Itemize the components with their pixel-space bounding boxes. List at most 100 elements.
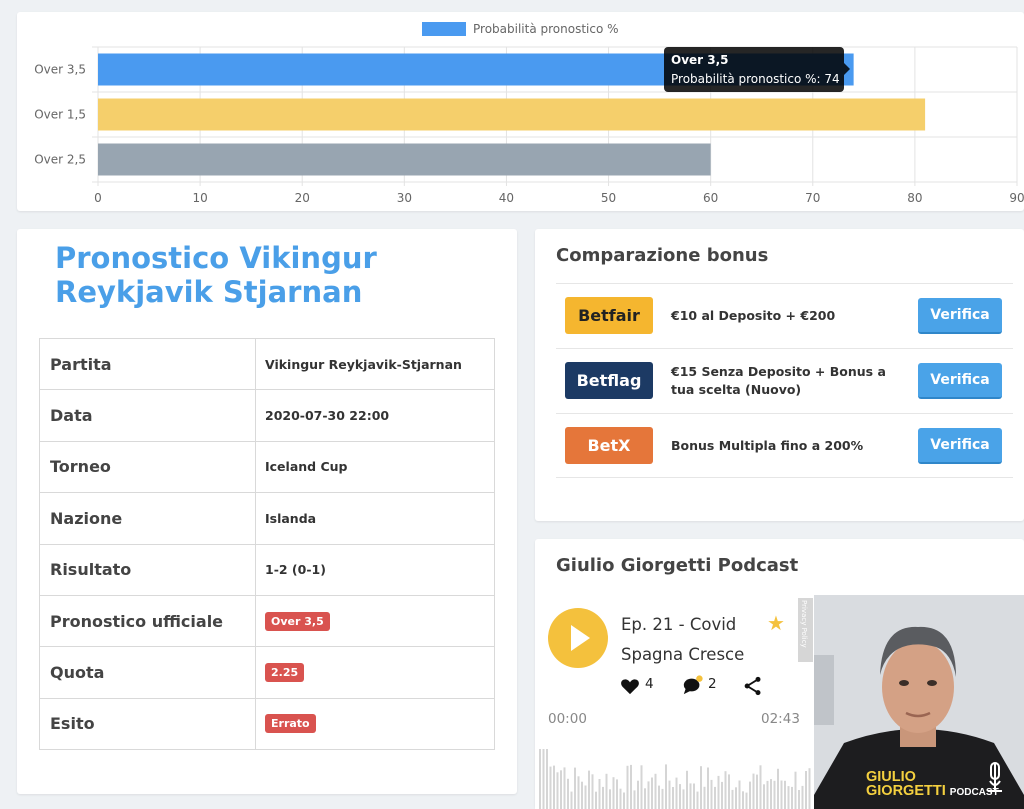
row-value-date: 2020-07-30 22:00 [255,389,495,442]
prediction-table: Partita Vikingur Reykjavik-Stjarnan Data… [39,337,495,751]
wave-bar [654,773,657,809]
wave-bar [735,787,737,809]
wave-bar [784,780,786,809]
wave-bar [682,789,685,809]
wave-bar [794,771,797,809]
x-tick-label: 80 [907,191,922,205]
wave-bar [644,788,646,809]
bonus-offer: €10 al Deposito + €200 [671,307,836,323]
podcast-host-photo: GIULIO GIORGETTI PODCAST [814,595,1024,809]
wave-bar [553,765,555,809]
bonus-row-betx: BetX Bonus Multipla fino a 200% Verifica [556,413,1013,478]
odds-badge: 2.25 [265,663,305,683]
wave-bar [773,780,776,809]
wave-bar [749,781,751,809]
podcast-brand-text: GIULIO GIORGETTI PODCAST [866,769,999,799]
wave-bar [700,766,702,809]
wave-bar [633,790,636,809]
verify-betfair-button[interactable]: Verifica [918,298,1002,334]
wave-bar [602,786,604,809]
heart-icon[interactable] [620,677,640,695]
wave-bar [801,785,804,809]
star-icon[interactable]: ★ [767,611,785,635]
x-tick-label: 30 [397,191,412,205]
row-value-tournament: Iceland Cup [255,440,495,494]
bonus-row-betflag: Betflag €15 Senza Deposito + Bonus a tua… [556,348,1013,413]
wave-bar [728,774,730,809]
x-tick-label: 60 [703,191,718,205]
bonus-offer: €15 Senza Deposito + Bonus a tua scelta … [671,363,886,397]
x-tick-label: 10 [192,191,207,205]
table-row: Pronostico ufficiale Over 3,5 [39,594,495,648]
wave-bar [780,780,783,809]
wave-bar [689,783,692,809]
wave-bar [724,771,727,809]
comment-icon[interactable] [682,674,704,696]
wave-bar [647,781,650,809]
wave-bar [693,783,695,809]
wave-bar [623,792,625,809]
row-label-country: Nazione [39,492,256,545]
bonus-row-betfair: Betfair €10 al Deposito + €200 Verifica [556,283,1013,348]
wave-bar [805,771,807,809]
row-label-outcome: Esito [39,697,256,751]
chart-card: Probabilità pronostico % 0 10 20 30 40 50 60 70 8… [17,12,1024,211]
bonus-section-title: Comparazione bonus [556,245,769,266]
wave-bar [595,791,597,809]
wave-bar [756,774,758,809]
play-button[interactable] [548,608,608,668]
row-value-match: Vikingur Reykjavik-Stjarnan [255,337,495,391]
wave-bar [791,786,793,809]
wave-bar [665,764,667,809]
share-icon[interactable] [743,676,763,696]
row-label-official-prediction: Pronostico ufficiale [39,594,256,648]
row-value-country: Islanda [255,492,495,545]
wave-bar [658,785,660,809]
betflag-logo[interactable]: Betflag [565,362,653,399]
wave-bar [707,767,709,809]
wave-bar [539,749,541,809]
episode-title[interactable]: Ep. 21 - Covid Spagna Cresce [621,610,771,670]
wave-bar [577,776,580,809]
wave-bar [549,766,552,809]
wave-bar [738,780,741,809]
row-label-odds: Quota [39,646,256,699]
betx-logo[interactable]: BetX [565,427,653,464]
table-row: Esito Errato [39,697,495,751]
wave-bar [672,787,674,809]
wave-bar [556,772,559,809]
prediction-card: Pronostico Vikingur Reykjavik Stjarnan P… [17,229,517,794]
wave-bar [686,770,688,809]
wave-bar [787,786,790,809]
x-tick-label: 90 [1009,191,1024,205]
tooltip-title: Over 3,5 [671,53,729,67]
wave-bar [563,767,566,809]
wave-bar [703,786,706,809]
wave-bar [742,791,744,809]
likes-count: 4 [645,676,654,692]
audio-waveform[interactable] [535,741,814,809]
wave-bar [640,765,643,809]
betfair-logo[interactable]: Betfair [565,297,653,334]
current-time: 00:00 [548,711,587,727]
verify-betx-button[interactable]: Verifica [918,428,1002,464]
y-category-label: Over 2,5 [34,153,86,167]
wave-bar [542,749,545,809]
x-tick-label: 20 [295,191,310,205]
verify-betflag-button[interactable]: Verifica [918,363,1002,399]
wave-bar [766,780,769,809]
total-time: 02:43 [761,711,800,727]
wave-bar [598,779,601,809]
wave-bar [745,792,748,809]
wave-bar [721,781,723,809]
wave-bar [770,779,772,809]
privacy-policy-label: Privacy Policy [800,600,808,648]
wave-bar [696,791,699,809]
wave-bar [777,768,779,809]
row-label-result: Risultato [39,543,256,596]
table-row: Nazione Islanda [39,492,495,545]
privacy-policy-tab[interactable]: Privacy Policy [798,598,813,662]
wave-bar [710,779,713,809]
probability-bar-chart: Probabilità pronostico % 0 10 20 30 40 50 60 70 8… [34,22,1024,205]
outcome-badge: Errato [265,714,316,734]
